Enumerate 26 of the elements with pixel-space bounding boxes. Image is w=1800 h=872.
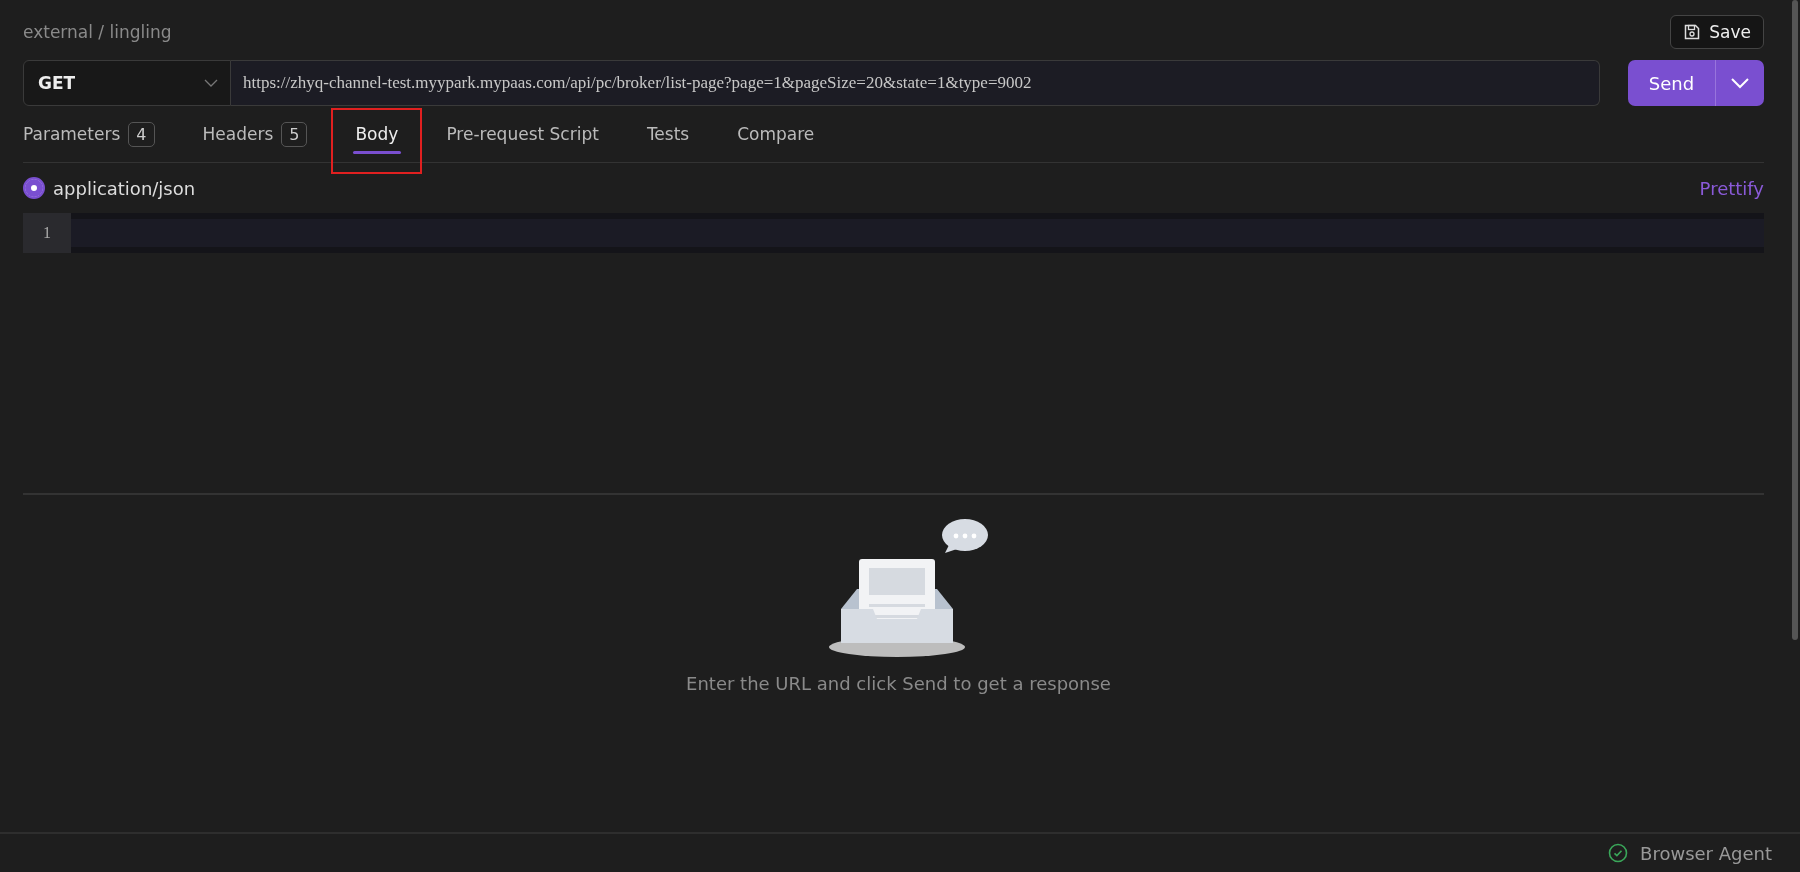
- check-circle-icon: [1608, 843, 1629, 863]
- chevron-down-icon: [204, 79, 218, 87]
- save-icon: [1683, 23, 1702, 41]
- breadcrumb: external / lingling: [23, 22, 172, 42]
- tab[interactable]: Tests: [622, 106, 714, 162]
- send-options-button[interactable]: [1716, 60, 1764, 106]
- tab[interactable]: Headers 5: [178, 106, 332, 162]
- scrollbar[interactable]: [1792, 0, 1798, 640]
- url-field[interactable]: https://zhyq-channel-test.myypark.mypaas.com/api/pc/broker/list-page?page=1&pageSize=20&state=1&type=9002: [231, 60, 1600, 106]
- count-badge: 5: [281, 121, 308, 147]
- browser-agent-status: Browser Agent: [1640, 842, 1772, 864]
- method-dropdown[interactable]: GET: [23, 60, 231, 106]
- count-badge: 4: [128, 121, 155, 147]
- radio-label: application/json: [53, 177, 196, 199]
- prettify-link[interactable]: Prettify: [1699, 177, 1764, 199]
- tab[interactable]: Parameters 4: [23, 106, 179, 162]
- chevron-down-icon: [1730, 77, 1750, 89]
- tab[interactable]: Body: [331, 106, 423, 162]
- line-number: 1: [43, 224, 51, 242]
- tab[interactable]: Compare: [713, 106, 839, 162]
- tab[interactable]: Pre-request Script: [422, 106, 623, 162]
- code-editor[interactable]: 1: [23, 213, 1764, 253]
- empty-response-message: Enter the URL and click Send to get a response: [686, 673, 1111, 694]
- radio-button[interactable]: [23, 177, 45, 199]
- send-button[interactable]: Send: [1628, 60, 1716, 106]
- save-button[interactable]: Save: [1670, 15, 1764, 49]
